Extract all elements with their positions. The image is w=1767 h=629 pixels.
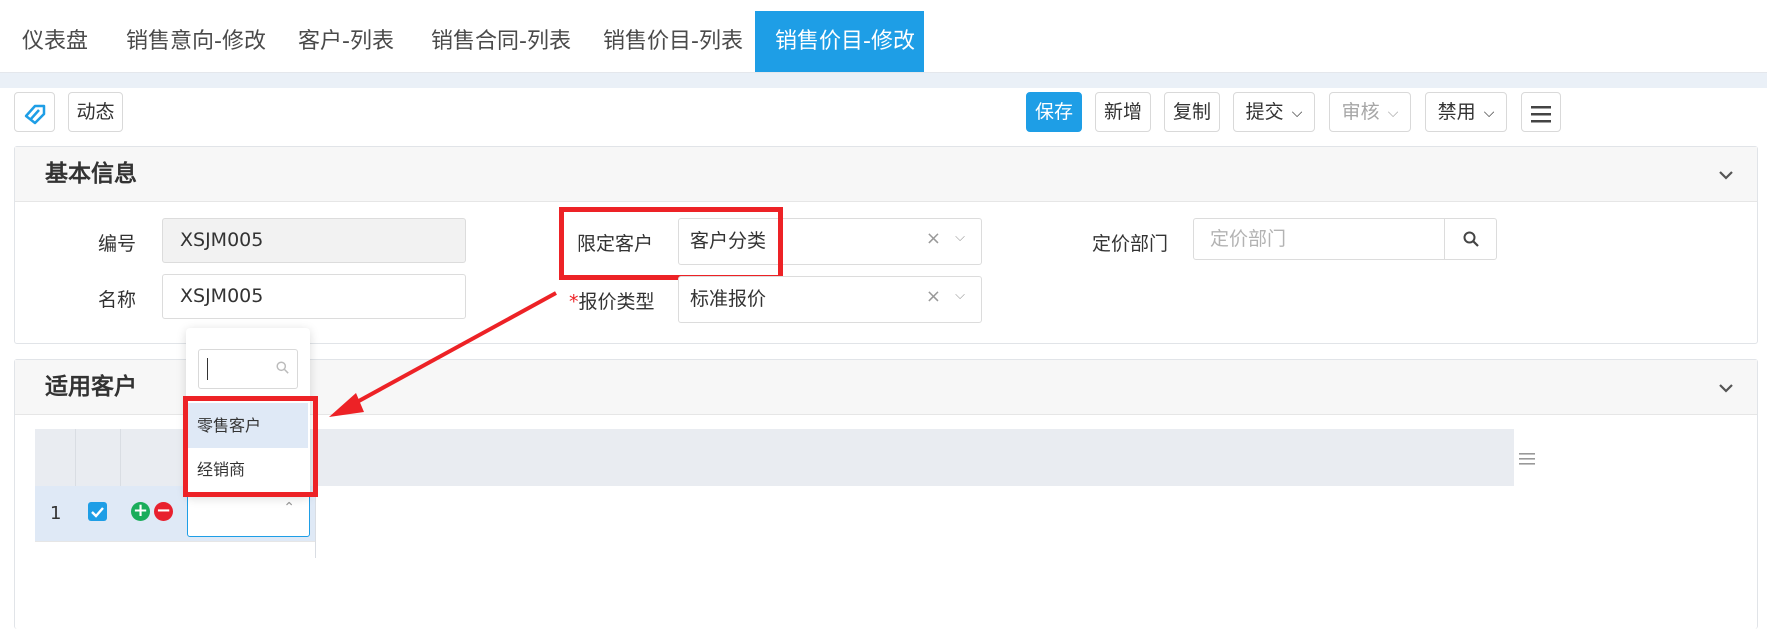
annotation-arrow (329, 291, 557, 417)
